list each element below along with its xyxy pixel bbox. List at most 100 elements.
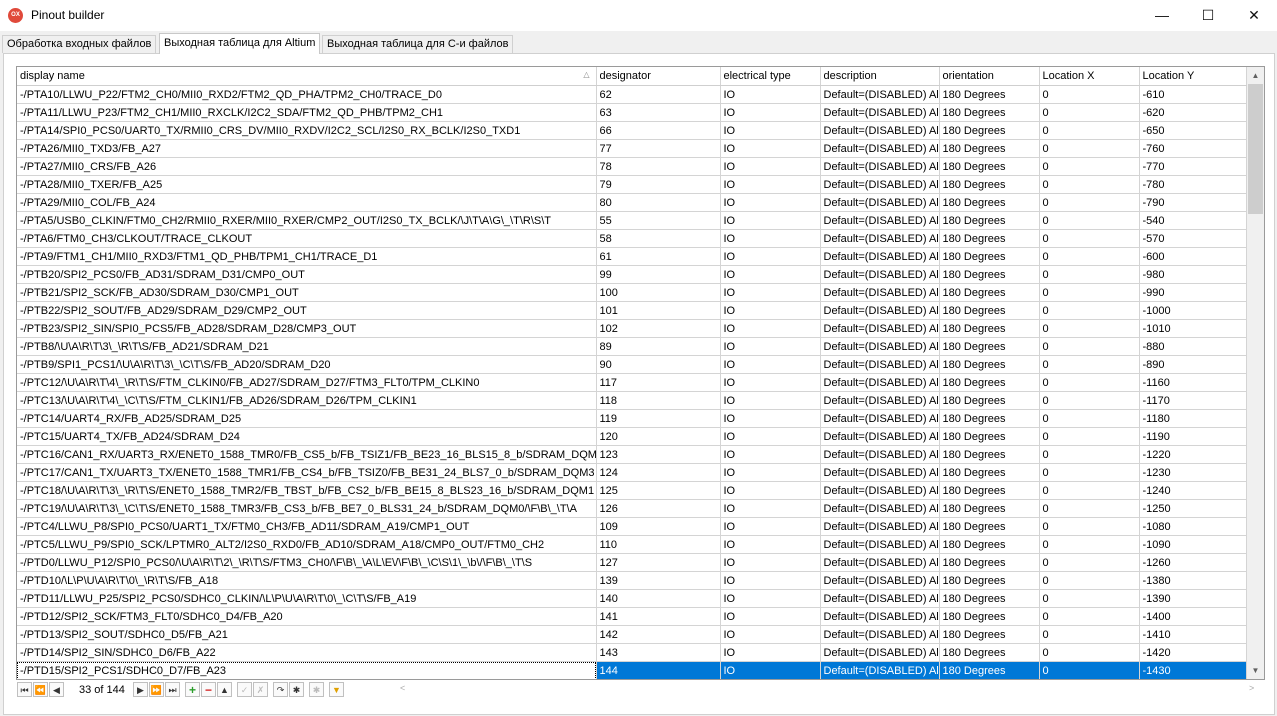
- cell-orientation[interactable]: 180 Degrees: [939, 409, 1040, 428]
- cell-designator[interactable]: 99: [596, 265, 721, 284]
- cell-orientation[interactable]: 180 Degrees: [939, 193, 1040, 212]
- cell-designator[interactable]: 143: [596, 643, 721, 662]
- cell-electrical-type[interactable]: IO: [720, 625, 821, 644]
- cell-electrical-type[interactable]: IO: [720, 463, 821, 482]
- cell-designator[interactable]: 80: [596, 193, 721, 212]
- cell-location-x[interactable]: 0: [1039, 85, 1140, 104]
- cell-description[interactable]: Default=(DISABLED) Al: [820, 373, 940, 392]
- cell-electrical-type[interactable]: IO: [720, 175, 821, 194]
- cell-description[interactable]: Default=(DISABLED) Al: [820, 535, 940, 554]
- table-row[interactable]: -/PTA27/MII0_CRS/FB_A26 78 IO Default=(DISA…: [17, 157, 1247, 176]
- cell-description[interactable]: Default=(DISABLED) Al: [820, 283, 940, 302]
- cell-designator[interactable]: 110: [596, 535, 721, 554]
- scroll-up-icon[interactable]: ▲: [1247, 67, 1264, 84]
- cell-electrical-type[interactable]: IO: [720, 409, 821, 428]
- scroll-left-icon[interactable]: <: [400, 683, 405, 693]
- cell-electrical-type[interactable]: IO: [720, 391, 821, 410]
- cell-location-y[interactable]: -1260: [1139, 553, 1247, 572]
- cell-description[interactable]: Default=(DISABLED) Al: [820, 607, 940, 626]
- cell-electrical-type[interactable]: IO: [720, 445, 821, 464]
- cell-electrical-type[interactable]: IO: [720, 247, 821, 266]
- close-button[interactable]: ✕: [1231, 0, 1277, 31]
- cell-display-name[interactable]: -/PTA5/USB0_CLKIN/FTM0_CH2/RMII0_RXER/MI…: [17, 211, 597, 230]
- filter-icon[interactable]: ▼: [329, 682, 344, 697]
- cell-display-name[interactable]: -/PTA27/MII0_CRS/FB_A26: [17, 157, 597, 176]
- cell-designator[interactable]: 78: [596, 157, 721, 176]
- cell-location-x[interactable]: 0: [1039, 571, 1140, 590]
- column-header-location-x[interactable]: Location X: [1039, 67, 1140, 86]
- cell-designator[interactable]: 100: [596, 283, 721, 302]
- cell-location-x[interactable]: 0: [1039, 607, 1140, 626]
- cell-location-y[interactable]: -1390: [1139, 589, 1247, 608]
- cell-orientation[interactable]: 180 Degrees: [939, 391, 1040, 410]
- table-row[interactable]: -/PTA14/SPI0_PCS0/UART0_TX/RMII0_CRS_DV/…: [17, 121, 1247, 140]
- cell-location-y[interactable]: -990: [1139, 283, 1247, 302]
- cell-designator[interactable]: 141: [596, 607, 721, 626]
- cell-electrical-type[interactable]: IO: [720, 553, 821, 572]
- data-grid[interactable]: display name △ designator electrical type…: [16, 66, 1265, 680]
- cell-location-x[interactable]: 0: [1039, 319, 1140, 338]
- cell-orientation[interactable]: 180 Degrees: [939, 85, 1040, 104]
- cell-designator[interactable]: 142: [596, 625, 721, 644]
- cell-electrical-type[interactable]: IO: [720, 139, 821, 158]
- cell-display-name[interactable]: -/PTA26/MII0_TXD3/FB_A27: [17, 139, 597, 158]
- table-row[interactable]: -/PTC18/\U\A\R\T\3\_\R\T\S/ENET0_1588_TM…: [17, 481, 1247, 500]
- cell-electrical-type[interactable]: IO: [720, 301, 821, 320]
- cell-display-name[interactable]: -/PTA10/LLWU_P22/FTM2_CH0/MII0_RXD2/FTM2…: [17, 85, 597, 104]
- cell-location-x[interactable]: 0: [1039, 103, 1140, 122]
- goto-bookmark-icon[interactable]: ✱: [309, 682, 324, 697]
- cell-location-x[interactable]: 0: [1039, 661, 1140, 679]
- cell-orientation[interactable]: 180 Degrees: [939, 481, 1040, 500]
- column-header-designator[interactable]: designator: [596, 67, 721, 86]
- cell-designator[interactable]: 66: [596, 121, 721, 140]
- cell-designator[interactable]: 55: [596, 211, 721, 230]
- cell-display-name[interactable]: -/PTC17/CAN1_TX/UART3_TX/ENET0_1588_TMR1…: [17, 463, 597, 482]
- cell-description[interactable]: Default=(DISABLED) Al: [820, 553, 940, 572]
- edit-record-icon[interactable]: ▲: [217, 682, 232, 697]
- cell-description[interactable]: Default=(DISABLED) Al: [820, 247, 940, 266]
- cell-location-y[interactable]: -1160: [1139, 373, 1247, 392]
- cell-designator[interactable]: 126: [596, 499, 721, 518]
- cell-location-y[interactable]: -1380: [1139, 571, 1247, 590]
- minimize-button[interactable]: —: [1139, 0, 1185, 31]
- cell-electrical-type[interactable]: IO: [720, 427, 821, 446]
- cell-description[interactable]: Default=(DISABLED) Al: [820, 481, 940, 500]
- cell-location-y[interactable]: -890: [1139, 355, 1247, 374]
- cell-location-y[interactable]: -1250: [1139, 499, 1247, 518]
- cell-designator[interactable]: 58: [596, 229, 721, 248]
- table-row[interactable]: -/PTD10/\L\P\U\A\R\T\0\_\R\T\S/FB_A18 139…: [17, 571, 1247, 590]
- cell-orientation[interactable]: 180 Degrees: [939, 283, 1040, 302]
- cell-display-name[interactable]: -/PTC14/UART4_RX/FB_AD25/SDRAM_D25: [17, 409, 597, 428]
- table-row[interactable]: -/PTB22/SPI2_SOUT/FB_AD29/SDRAM_D29/CMP2…: [17, 301, 1247, 320]
- prev-page-icon[interactable]: ⏪: [33, 682, 48, 697]
- cell-description[interactable]: Default=(DISABLED) Al: [820, 175, 940, 194]
- cell-display-name[interactable]: -/PTB20/SPI2_PCS0/FB_AD31/SDRAM_D31/CMP0…: [17, 265, 597, 284]
- cell-description[interactable]: Default=(DISABLED) Al: [820, 445, 940, 464]
- cell-electrical-type[interactable]: IO: [720, 319, 821, 338]
- cell-orientation[interactable]: 180 Degrees: [939, 175, 1040, 194]
- cell-display-name[interactable]: -/PTD13/SPI2_SOUT/SDHC0_D5/FB_A21: [17, 625, 597, 644]
- cell-electrical-type[interactable]: IO: [720, 103, 821, 122]
- cell-description[interactable]: Default=(DISABLED) Al: [820, 193, 940, 212]
- maximize-button[interactable]: ☐: [1185, 0, 1231, 31]
- table-row[interactable]: -/PTA10/LLWU_P22/FTM2_CH0/MII0_RXD2/FTM2…: [17, 85, 1247, 104]
- cell-electrical-type[interactable]: IO: [720, 517, 821, 536]
- table-row[interactable]: -/PTD13/SPI2_SOUT/SDHC0_D5/FB_A21 142 IO De…: [17, 625, 1247, 644]
- cell-description[interactable]: Default=(DISABLED) Al: [820, 139, 940, 158]
- cell-location-y[interactable]: -1420: [1139, 643, 1247, 662]
- delete-record-icon[interactable]: −: [201, 682, 216, 697]
- cell-location-x[interactable]: 0: [1039, 553, 1140, 572]
- cell-description[interactable]: Default=(DISABLED) Al: [820, 85, 940, 104]
- cell-display-name[interactable]: -/PTB23/SPI2_SIN/SPI0_PCS5/FB_AD28/SDRAM…: [17, 319, 597, 338]
- cell-description[interactable]: Default=(DISABLED) Al: [820, 229, 940, 248]
- cell-designator[interactable]: 120: [596, 427, 721, 446]
- cell-designator[interactable]: 62: [596, 85, 721, 104]
- cell-description[interactable]: Default=(DISABLED) Al: [820, 643, 940, 662]
- tab-input-processing[interactable]: Обработка входных файлов: [2, 35, 157, 53]
- cell-display-name[interactable]: -/PTB22/SPI2_SOUT/FB_AD29/SDRAM_D29/CMP2…: [17, 301, 597, 320]
- cell-location-x[interactable]: 0: [1039, 643, 1140, 662]
- table-row[interactable]: -/PTC14/UART4_RX/FB_AD25/SDRAM_D25 119 IO D…: [17, 409, 1247, 428]
- cell-location-x[interactable]: 0: [1039, 301, 1140, 320]
- cell-orientation[interactable]: 180 Degrees: [939, 463, 1040, 482]
- cell-location-y[interactable]: -760: [1139, 139, 1247, 158]
